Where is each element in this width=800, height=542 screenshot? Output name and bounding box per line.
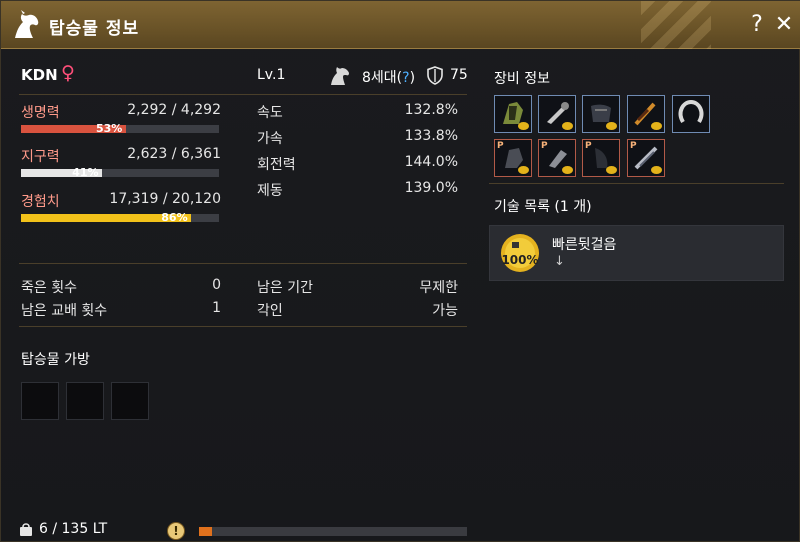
- skills-title: 기술 목록 (1 개): [494, 199, 592, 215]
- bar-percent: 41%: [72, 166, 99, 179]
- bar-track: 53%: [21, 122, 219, 135]
- visibility-eye-icon: [562, 166, 573, 174]
- bag-slot[interactable]: [66, 382, 104, 420]
- equip-slot-weapon[interactable]: [538, 95, 576, 133]
- visibility-eye-icon: [562, 122, 573, 130]
- visibility-eye-icon: [651, 122, 662, 130]
- generation-help-icon[interactable]: ?: [402, 70, 409, 86]
- bar-track: 86%: [21, 211, 219, 224]
- death-count-value: 0: [212, 277, 221, 293]
- skill-name: 빠른뒷걸음: [552, 237, 617, 253]
- generation-text: 8세대(: [362, 70, 403, 86]
- breed-count-value: 1: [212, 300, 221, 316]
- bar-label: 지구력: [21, 149, 60, 165]
- bag-slot[interactable]: [21, 382, 59, 420]
- horse-generation-icon: [331, 67, 349, 85]
- header-divider: [19, 94, 467, 95]
- bar-value: 2,292 / 4,292: [127, 102, 221, 118]
- stat-label: 가속: [257, 131, 283, 147]
- shield-icon: [427, 66, 443, 85]
- bar-percent: 53%: [95, 122, 123, 135]
- imprint-value: 가능: [432, 303, 458, 319]
- generation-close: ): [409, 70, 416, 86]
- equip-slot-legs[interactable]: [627, 95, 665, 133]
- footer-progress-bar: [199, 527, 467, 536]
- visibility-eye-icon: [518, 166, 529, 174]
- weight-icon: [20, 523, 32, 536]
- equipment-title: 장비 정보: [494, 71, 550, 87]
- pearl-tag: P: [585, 141, 592, 151]
- pearl-tag: P: [497, 141, 504, 151]
- bag-title: 탑승물 가방: [21, 352, 90, 368]
- close-button[interactable]: ✕: [772, 12, 796, 38]
- warning-icon[interactable]: !: [167, 522, 185, 540]
- generation-label: 8세대(?): [362, 67, 415, 87]
- stat-label: 속도: [257, 105, 283, 121]
- equip-slot-body[interactable]: [582, 95, 620, 133]
- remaining-period-value: 무제한: [419, 280, 458, 296]
- visibility-eye-icon: [651, 166, 662, 174]
- window-title: 탑승물 정보: [49, 19, 140, 39]
- bar-value: 17,319 / 20,120: [109, 191, 221, 207]
- pearl-equip-slot-body[interactable]: P: [582, 139, 620, 177]
- stat-value: 144.0%: [404, 154, 458, 170]
- bar-percent: 86%: [161, 211, 188, 224]
- stat-label: 제동: [257, 183, 283, 199]
- stat-label: 회전력: [257, 157, 296, 173]
- bag-slot[interactable]: [111, 382, 149, 420]
- bar-value: 2,623 / 6,361: [127, 146, 221, 162]
- equip-slot-horseshoe[interactable]: [672, 95, 710, 133]
- visibility-eye-icon: [606, 122, 617, 130]
- mount-name: KDN: [21, 66, 58, 84]
- pearl-equip-slot-weapon[interactable]: P: [538, 139, 576, 177]
- mount-level: Lv.1: [257, 67, 286, 83]
- visibility-eye-icon: [606, 166, 617, 174]
- bar-label: 생명력: [21, 105, 60, 121]
- breed-count-label: 남은 교배 횟수: [21, 303, 108, 319]
- bar-label: 경험치: [21, 194, 60, 210]
- weight-value: 6 / 135 LT: [39, 521, 108, 537]
- pearl-equip-slot-head[interactable]: P: [494, 139, 532, 177]
- skill-percent: 100%: [501, 253, 539, 267]
- bag-divider: [19, 326, 467, 327]
- skill-item[interactable]: 100% 빠른뒷걸음 ↓: [489, 225, 784, 281]
- skill-arrow: ↓: [554, 254, 565, 269]
- female-icon: ♀: [61, 62, 75, 84]
- stat-value: 132.8%: [404, 102, 458, 118]
- title-decoration: [641, 1, 711, 49]
- bar-track: 41%: [21, 166, 219, 179]
- info-divider: [19, 263, 467, 264]
- armor-value: 75: [450, 67, 468, 83]
- stat-value: 139.0%: [404, 180, 458, 196]
- horseshoe-icon: [678, 99, 704, 124]
- help-button[interactable]: ?: [745, 12, 769, 38]
- equip-slot-head[interactable]: [494, 95, 532, 133]
- stat-value: 133.8%: [404, 128, 458, 144]
- horse-icon: [15, 10, 39, 38]
- death-count-label: 죽은 횟수: [21, 280, 77, 296]
- pearl-tag: P: [630, 141, 637, 151]
- remaining-period-label: 남은 기간: [257, 280, 313, 296]
- imprint-label: 각인: [257, 303, 283, 319]
- equipment-divider: [489, 183, 784, 184]
- visibility-eye-icon: [518, 122, 529, 130]
- footer-progress-fill: [199, 527, 213, 536]
- title-bar[interactable]: 탑승물 정보 ? ✕: [1, 1, 800, 49]
- pearl-equip-slot-legs[interactable]: P: [627, 139, 665, 177]
- mount-info-window: 탑승물 정보 ? ✕ KDN ♀ Lv.1 8세대(?) 75 생명력 2,292…: [0, 0, 800, 542]
- pearl-tag: P: [541, 141, 548, 151]
